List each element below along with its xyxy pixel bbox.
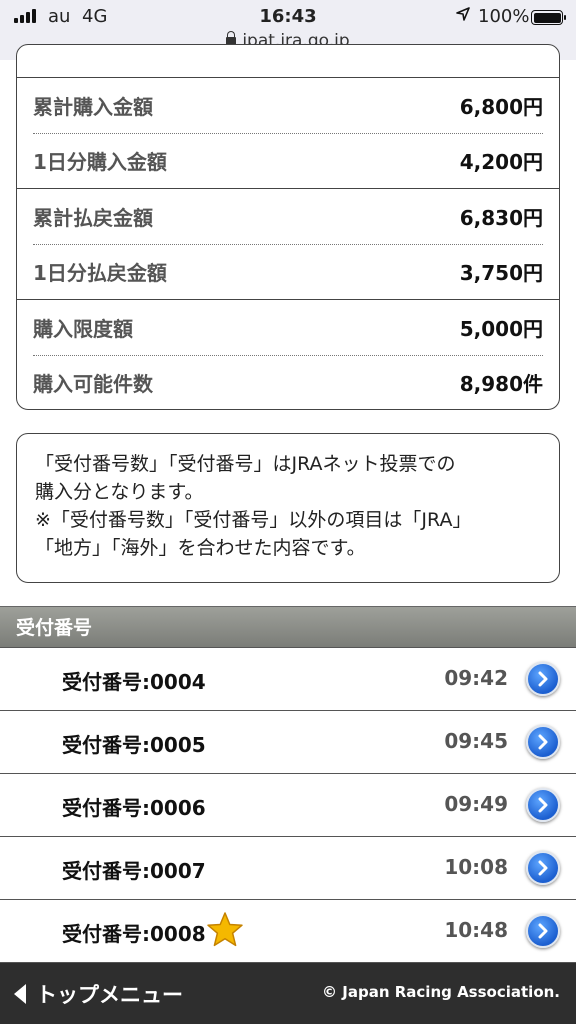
summary-table: 累計購入金額 6,800円 1日分購入金額 4,200円 累計払戻金額 6,83… [16,44,560,410]
receipt-time: 09:45 [444,729,508,753]
summary-row-daily-payout: 1日分払戻金額 3,750円 [33,244,543,299]
chevron-right-circle-icon[interactable] [526,725,560,759]
summary-label: 購入可能件数 [33,372,153,396]
receipt-time: 10:48 [444,918,508,942]
summary-value: 5,000円 [459,317,543,341]
list-item[interactable]: 受付番号:0006 09:49 [0,774,576,837]
list-item[interactable]: 受付番号:0005 09:45 [0,711,576,774]
star-icon [207,912,243,947]
receipt-number: 受付番号:0008 [62,922,206,946]
copyright-text: © Japan Racing Association. [322,983,560,1001]
summary-value: 6,830円 [459,206,543,230]
location-icon [456,6,470,26]
summary-value: 8,980件 [459,372,543,396]
section-header: 受付番号 [0,606,576,648]
back-triangle-icon [14,984,26,1004]
footer-bar: トップメニュー © Japan Racing Association. [0,963,576,1024]
list-item[interactable]: 受付番号:0004 09:42 [0,648,576,711]
summary-label: 1日分払戻金額 [33,261,167,285]
summary-label: 累計購入金額 [33,95,153,119]
top-menu-link[interactable]: トップメニュー [14,979,183,1009]
summary-label: 購入限度額 [33,317,133,341]
list-item[interactable]: 受付番号:0007 10:08 [0,837,576,900]
summary-row-cumulative-payout: 累計払戻金額 6,830円 [33,189,543,244]
note-line: ※「受付番号数」「受付番号」以外の項目は「JRA」 [35,509,472,531]
note-line: 購入分となります。 [35,481,204,503]
status-row: au 4G 16:43 100% [0,4,576,30]
note-line: 「地方」「海外」を合わせた内容です。 [35,537,366,559]
summary-label: 1日分購入金額 [33,150,167,174]
summary-value: 4,200円 [459,150,543,174]
receipt-number: 受付番号:0004 [62,670,206,694]
receipt-number: 受付番号:0005 [62,733,206,757]
top-menu-label: トップメニュー [36,983,183,1007]
receipt-number: 受付番号:0007 [62,859,206,883]
chevron-right-circle-icon[interactable] [526,788,560,822]
summary-label: 累計払戻金額 [33,206,153,230]
summary-row-purchase-limit: 購入限度額 5,000円 [33,300,543,355]
receipt-time: 10:08 [444,855,508,879]
summary-row-daily-purchase: 1日分購入金額 4,200円 [33,133,543,188]
receipt-number: 受付番号:0006 [62,796,206,820]
chevron-right-circle-icon[interactable] [526,914,560,948]
note-line: 「受付番号数」「受付番号」はJRAネット投票での [35,453,456,475]
receipt-list: 受付番号:0004 09:42 受付番号:0005 09:45 受付番号:000… [0,648,576,963]
summary-row-purchasable-count: 購入可能件数 8,980件 [33,355,543,409]
chevron-right-circle-icon[interactable] [526,662,560,696]
summary-value: 6,800円 [459,95,543,119]
chevron-right-circle-icon[interactable] [526,851,560,885]
battery-icon [531,10,566,25]
receipt-time: 09:49 [444,792,508,816]
note-box: 「受付番号数」「受付番号」はJRAネット投票での 購入分となります。 ※「受付番… [16,433,560,583]
receipt-time: 09:42 [444,666,508,690]
summary-value: 3,750円 [459,261,543,285]
battery-percent: 100% [478,6,530,27]
list-item[interactable]: 受付番号:0008 10:48 [0,900,576,963]
summary-row-cumulative-purchase: 累計購入金額 6,800円 [33,78,543,133]
